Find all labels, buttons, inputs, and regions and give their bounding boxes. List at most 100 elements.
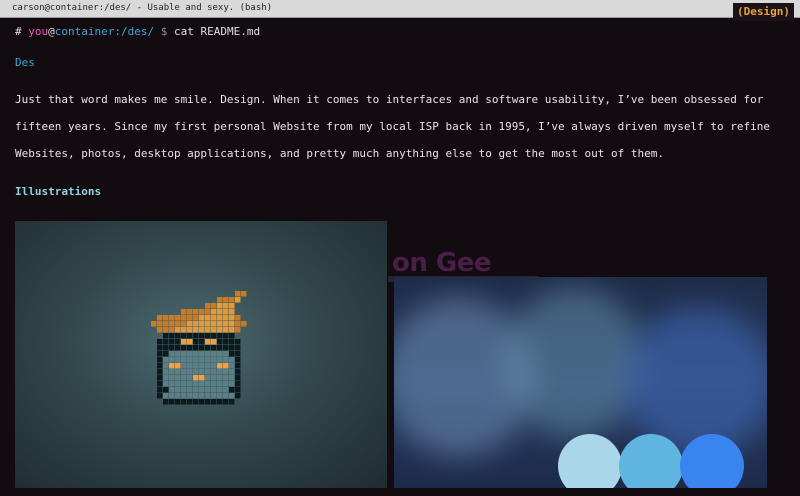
mage-pixel	[199, 363, 205, 369]
mage-pixel	[235, 351, 241, 357]
mage-pixel	[193, 393, 199, 399]
mage-pixel	[211, 369, 217, 375]
mage-pixel	[211, 387, 217, 393]
mage-pixel	[223, 315, 229, 321]
mage-pixel	[193, 363, 199, 369]
mage-pixel	[187, 327, 193, 333]
mage-pixel	[187, 387, 193, 393]
mage-pixel	[229, 345, 235, 351]
page-heading: Des	[15, 56, 35, 69]
mage-pixel	[229, 327, 235, 333]
mage-pixel	[223, 327, 229, 333]
mage-pixel	[181, 387, 187, 393]
mage-pixel	[223, 321, 229, 327]
mage-pixel	[181, 339, 187, 345]
mage-pixel	[199, 399, 205, 405]
mage-pixel	[193, 327, 199, 333]
mage-pixel	[205, 345, 211, 351]
prompt-host: container	[54, 25, 115, 38]
mage-pixel	[169, 363, 175, 369]
mage-pixel	[187, 351, 193, 357]
mage-pixel	[211, 375, 217, 381]
mage-pixel	[163, 339, 169, 345]
mage-pixel	[211, 315, 217, 321]
mage-pixel	[163, 315, 169, 321]
mage-pixel	[199, 345, 205, 351]
mage-pixel	[205, 363, 211, 369]
mage-pixel	[205, 375, 211, 381]
mage-pixel	[205, 387, 211, 393]
mage-pixel	[181, 315, 187, 321]
mage-pixel	[223, 333, 229, 339]
mage-pixel	[157, 357, 163, 363]
mage-pixel	[175, 345, 181, 351]
mage-pixel	[211, 351, 217, 357]
mage-pixel	[169, 339, 175, 345]
mage-pixel	[157, 315, 163, 321]
mage-pixel	[229, 321, 235, 327]
mage-pixel	[205, 333, 211, 339]
illustration-bokeh-image[interactable]	[394, 277, 767, 488]
mage-pixel	[199, 351, 205, 357]
mage-pixel	[205, 321, 211, 327]
prompt-user: you	[28, 25, 49, 38]
illustration-black-mage-image[interactable]	[15, 221, 387, 488]
mage-pixel	[181, 369, 187, 375]
mage-pixel	[175, 387, 181, 393]
prompt-path: :/des/	[114, 25, 155, 38]
mage-pixel	[229, 387, 235, 393]
mage-pixel	[163, 321, 169, 327]
mage-pixel	[217, 327, 223, 333]
mage-pixel	[181, 375, 187, 381]
mage-pixel	[175, 327, 181, 333]
mage-pixel	[217, 321, 223, 327]
mage-pixel	[205, 399, 211, 405]
mage-pixel	[157, 345, 163, 351]
mage-pixel	[193, 387, 199, 393]
mage-pixel	[223, 339, 229, 345]
mage-pixel	[199, 387, 205, 393]
mage-pixel	[157, 381, 163, 387]
mage-pixel	[169, 399, 175, 405]
mage-pixel	[193, 309, 199, 315]
mage-pixel	[217, 375, 223, 381]
mage-pixel	[181, 381, 187, 387]
mage-pixel	[187, 393, 193, 399]
mage-pixel	[199, 309, 205, 315]
mage-pixel	[223, 363, 229, 369]
mage-pixel	[169, 357, 175, 363]
mage-pixel	[175, 375, 181, 381]
mage-pixel	[163, 399, 169, 405]
bokeh-circle	[558, 434, 622, 488]
mage-pixel	[229, 381, 235, 387]
mage-pixel	[199, 333, 205, 339]
mage-pixel	[241, 321, 247, 327]
mage-pixel	[211, 393, 217, 399]
mage-pixel	[199, 381, 205, 387]
window-title: carson@container:/des/ - Usable and sexy…	[12, 3, 273, 13]
mage-pixel	[205, 369, 211, 375]
mage-pixel	[223, 381, 229, 387]
prompt-dollar: $	[160, 25, 168, 38]
mage-pixel	[181, 321, 187, 327]
mage-pixel	[175, 315, 181, 321]
mage-pixel	[217, 297, 223, 303]
mage-pixel	[235, 357, 241, 363]
mage-pixel	[181, 357, 187, 363]
mage-pixel	[169, 381, 175, 387]
mage-pixel	[235, 393, 241, 399]
mage-pixel	[205, 381, 211, 387]
intro-paragraph: Just that word makes me smile. Design. W…	[15, 93, 770, 160]
mage-pixel	[229, 363, 235, 369]
mage-pixel	[235, 297, 241, 303]
mage-pixel	[193, 381, 199, 387]
mage-pixel	[157, 339, 163, 345]
mage-pixel	[169, 351, 175, 357]
mage-pixel	[211, 399, 217, 405]
mage-pixel	[199, 369, 205, 375]
mage-pixel	[193, 399, 199, 405]
mage-pixel	[223, 375, 229, 381]
mage-pixel	[205, 315, 211, 321]
mage-pixel	[163, 369, 169, 375]
black-mage-pixel-art	[151, 291, 247, 405]
